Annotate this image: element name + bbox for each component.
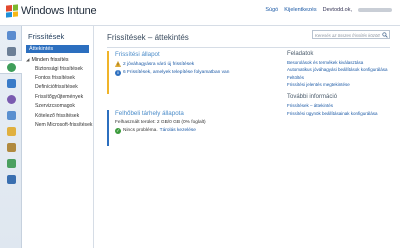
rail-item-computers[interactable] [0,44,22,58]
search-placeholder: Keresés az összes frissítés között [315,32,380,38]
page-title: Frissítések – áttekintés [107,33,189,42]
pending-approval-row: 2 jóváhagyásra váró új frissítések [115,61,275,67]
search-input[interactable]: Keresés az összes frissítés között [312,30,390,39]
header-links: Súgó Kijelentkezés Devtodd.ok, [265,7,392,13]
tasks-title: Feladatok [287,51,314,57]
sign-out-link[interactable]: Kijelentkezés [284,7,316,13]
policy-icon [6,142,16,152]
rail-item-updates[interactable] [0,60,22,74]
rail-item-alerts[interactable] [0,92,22,106]
tasks-column: Feladatok Besorolások és termékek kivála… [287,51,392,118]
expand-arrow-icon: ◢ [26,57,30,62]
storage-usage-text: Felhasznált terület: 2 GB/0 GB (0% fogla… [115,120,206,125]
update-status-title: Frissítési állapot [115,51,160,58]
checkmark-icon: ✓ [115,127,121,134]
main-content: Frissítések – áttekintés Keresés az össz… [95,26,400,248]
task-link-classifications[interactable]: Besorolások és termékek kiválasztása [287,60,392,65]
info-link-overview[interactable]: Frissítések – áttekintés [287,103,392,108]
sidebar-title: Frissítések [28,32,65,41]
user-label: Devtodd.ok, [322,7,352,13]
sidebar-item-overview[interactable]: Áttekintés [26,45,89,53]
windows-flag-icon [6,4,18,18]
software-icon [6,110,16,120]
update-status-panel: Frissítési állapot 2 jóváhagyásra váró ú… [107,51,275,94]
manage-storage-link[interactable]: Tárolás kezelése [160,128,196,133]
overview-icon [6,30,16,40]
sidebar-item-required-updates[interactable]: Kötelező frissítések [22,111,93,120]
rail-item-reports[interactable] [0,156,22,170]
rail-item-protection[interactable] [0,76,22,90]
warning-icon [115,61,121,67]
title-divider [107,47,390,48]
computers-icon [6,46,16,56]
storage-ok-text: Nincs probléma. [123,128,158,133]
sidebar-group-all-updates[interactable]: ◢ Minden frissítés [22,56,93,64]
sidebar-item-definition-updates[interactable]: Definíciófrissítések [22,83,93,92]
info-link-agent-settings[interactable]: Frissítési ügynök beállításainak konfigu… [287,111,392,116]
rail-item-overview[interactable] [0,28,22,42]
installing-updates-link[interactable]: 6 Frissítések, amelyek telepítése folyam… [123,70,229,75]
logo-text: Windows Intune [21,5,97,17]
sidebar-item-service-packs[interactable]: Szervizcsomagok [22,102,93,111]
pending-approval-link[interactable]: 2 jóváhagyásra váró új frissítések [123,62,194,67]
user-account-redacted [358,8,392,12]
windows-intune-logo: Windows Intune [6,4,97,18]
rail-item-software[interactable] [0,108,22,122]
sidebar-item-security-updates[interactable]: Biztonsági frissítések [22,64,93,73]
reports-icon [6,158,16,168]
info-icon: i [115,69,121,76]
storage-ok-row: ✓ Nincs probléma. Tárolás kezelése [115,127,275,134]
task-link-upload[interactable]: Feltöltés [287,75,392,80]
task-link-auto-approval[interactable]: Automatikus jóváhagyási beállítások konf… [287,67,392,72]
protection-icon [6,78,16,88]
licenses-icon [6,126,16,136]
installing-updates-row: i 6 Frissítések, amelyek telepítése foly… [115,69,275,76]
rail-item-policy[interactable] [0,140,22,154]
admin-icon [6,174,16,184]
rail-item-licenses[interactable] [0,124,22,138]
sidebar-item-non-microsoft-updates[interactable]: Nem Microsoft-frissítések [22,120,93,129]
updates-icon [6,62,16,72]
task-link-update-report[interactable]: Frissítési jelentés megtekintése [287,82,392,87]
cloud-storage-title: Felhőbeli tárhely állapota [115,110,184,117]
sidebar-group-label: Minden frissítés [31,57,69,63]
sidebar-item-important-updates[interactable]: Fontos frissítések [22,73,93,82]
top-header: Windows Intune Súgó Kijelentkezés Devtod… [0,0,400,26]
workspace-icon-rail [0,26,22,248]
updates-sidebar: Frissítések Áttekintés ◢ Minden frissítés… [22,26,94,248]
rail-item-admin[interactable] [0,172,22,186]
sidebar-item-update-rollups[interactable]: Frissítőgyűjtemények [22,92,93,101]
more-info-title: További információ [287,94,338,101]
search-icon[interactable] [382,32,388,38]
alerts-icon [6,94,16,104]
help-link[interactable]: Súgó [265,7,278,13]
cloud-storage-panel: Felhőbeli tárhely állapota Felhasznált t… [107,110,275,146]
